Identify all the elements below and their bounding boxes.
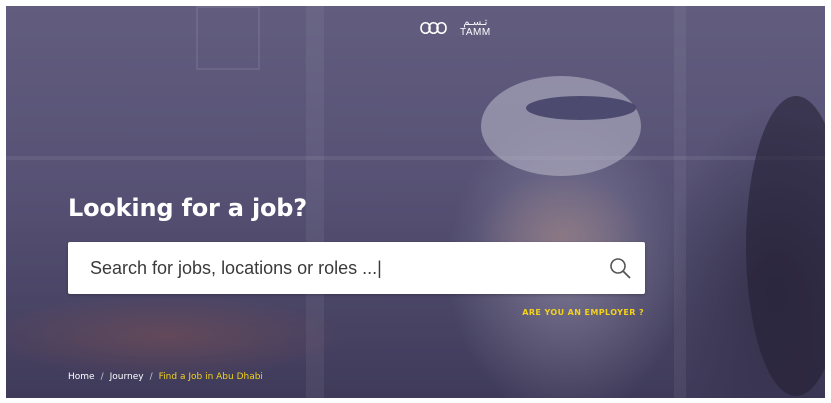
- breadcrumb-separator: /: [149, 372, 153, 382]
- employer-link[interactable]: ARE YOU AN EMPLOYER ?: [522, 308, 644, 317]
- logo-english-text: TAMM: [460, 27, 491, 38]
- search-icon[interactable]: [595, 242, 645, 294]
- tamm-logo[interactable]: تـسـم TAMM: [418, 18, 491, 38]
- breadcrumb-separator: /: [100, 372, 104, 382]
- breadcrumb-home[interactable]: Home: [68, 372, 95, 382]
- search-box: [68, 242, 645, 294]
- breadcrumb: Home / Journey / Find a Job in Abu Dhabi: [68, 372, 263, 382]
- page-title: Looking for a job?: [68, 194, 307, 222]
- search-input[interactable]: [68, 242, 595, 294]
- tamm-logo-icon: [420, 21, 447, 35]
- breadcrumb-current: Find a Job in Abu Dhabi: [158, 372, 263, 382]
- breadcrumb-journey[interactable]: Journey: [110, 372, 144, 382]
- logo-wordmark: تـسـم TAMM: [460, 18, 491, 38]
- hero-banner: تـسـم TAMM Looking for a job? ARE YOU AN…: [6, 6, 825, 398]
